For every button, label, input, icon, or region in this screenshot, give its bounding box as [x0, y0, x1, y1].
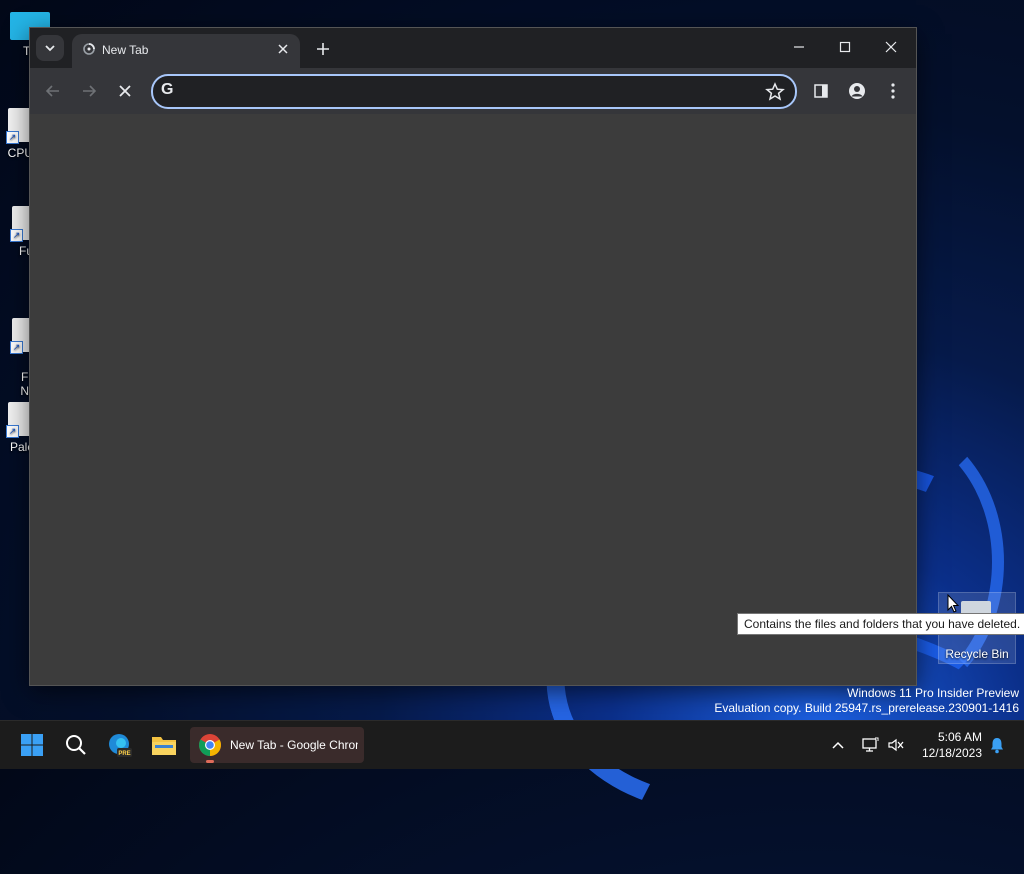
volume-button[interactable] [884, 721, 908, 769]
person-icon [849, 83, 865, 99]
search-icon [66, 735, 86, 755]
forward-button[interactable] [77, 79, 101, 103]
browser-toolbar: G [30, 68, 916, 114]
file-explorer-button[interactable] [146, 727, 182, 763]
network-button[interactable] [858, 721, 882, 769]
watermark-line2: Evaluation copy. Build 25947.rs_prerelea… [714, 701, 1019, 715]
shortcut-arrow-icon: ↗ [10, 341, 23, 354]
minimize-icon [794, 46, 804, 48]
volume-muted-icon [888, 738, 904, 752]
tab-close-button[interactable] [274, 40, 292, 58]
taskbar-chrome-button[interactable]: New Tab - Google Chrome [190, 727, 364, 763]
plus-icon [317, 43, 329, 55]
stop-x-icon [119, 85, 131, 97]
page-content [30, 114, 916, 685]
stop-loading-button[interactable] [113, 79, 137, 103]
arrow-right-icon [83, 85, 97, 97]
edge-beta-button[interactable]: PRE [102, 727, 138, 763]
kebab-menu-icon [891, 83, 895, 99]
tooltip: Contains the files and folders that you … [737, 613, 1024, 635]
side-panel-button[interactable] [809, 79, 833, 103]
clock-date: 12/18/2023 [921, 746, 982, 760]
windows-start-icon [21, 734, 43, 756]
close-window-button[interactable] [868, 28, 914, 66]
close-icon [278, 44, 288, 54]
tab-strip: New Tab [30, 28, 916, 68]
loading-spinner-icon [83, 43, 95, 55]
shortcut-arrow-icon: ↗ [6, 425, 19, 438]
side-panel-icon [814, 84, 828, 98]
network-icon [862, 737, 879, 752]
profile-button[interactable] [845, 79, 869, 103]
search-button[interactable] [58, 727, 94, 763]
chrome-icon [199, 734, 221, 756]
chrome-menu-button[interactable] [881, 79, 905, 103]
new-tab-button[interactable] [312, 38, 334, 60]
maximize-icon [839, 41, 851, 53]
taskbar: PRE New Tab - Google Chrome 5:06 AM 12/1… [0, 720, 1024, 769]
evaluation-watermark: Windows 11 Pro Insider Preview Evaluatio… [714, 686, 1019, 716]
chevron-up-icon [832, 741, 844, 749]
shortcut-arrow-icon: ↗ [10, 229, 23, 242]
bell-icon [991, 738, 1003, 754]
arrow-left-icon [45, 85, 59, 97]
recycle-bin-label: Recycle Bin [945, 647, 1009, 661]
close-icon [885, 41, 897, 53]
tab-search-button[interactable] [36, 35, 64, 61]
shortcut-arrow-icon: ↗ [6, 131, 19, 144]
address-bar[interactable]: G [151, 74, 797, 109]
browser-window: New Tab G [30, 28, 916, 685]
tab-title: New Tab [102, 43, 149, 57]
tray-overflow-button[interactable] [826, 721, 850, 769]
start-button[interactable] [14, 727, 50, 763]
taskbar-clock[interactable]: 5:06 AM 12/18/2023 [922, 729, 982, 761]
back-button[interactable] [41, 79, 65, 103]
maximize-button[interactable] [822, 28, 868, 66]
taskbar-chrome-label: New Tab - Google Chrome [230, 738, 358, 752]
watermark-line1: Windows 11 Pro Insider Preview [847, 686, 1019, 700]
chevron-down-icon [45, 45, 55, 52]
minimize-button[interactable] [776, 28, 822, 66]
notifications-button[interactable] [986, 721, 1008, 769]
address-input[interactable] [183, 80, 747, 104]
edge-beta-icon: PRE [109, 734, 132, 757]
file-explorer-icon [152, 737, 176, 755]
star-icon[interactable] [765, 82, 785, 102]
mouse-cursor-icon [947, 594, 960, 613]
google-g-icon: G [161, 81, 174, 98]
running-indicator [206, 760, 214, 763]
tab-new-tab[interactable]: New Tab [72, 34, 300, 68]
svg-text:PRE: PRE [118, 751, 130, 757]
clock-time: 5:06 AM [937, 730, 982, 744]
